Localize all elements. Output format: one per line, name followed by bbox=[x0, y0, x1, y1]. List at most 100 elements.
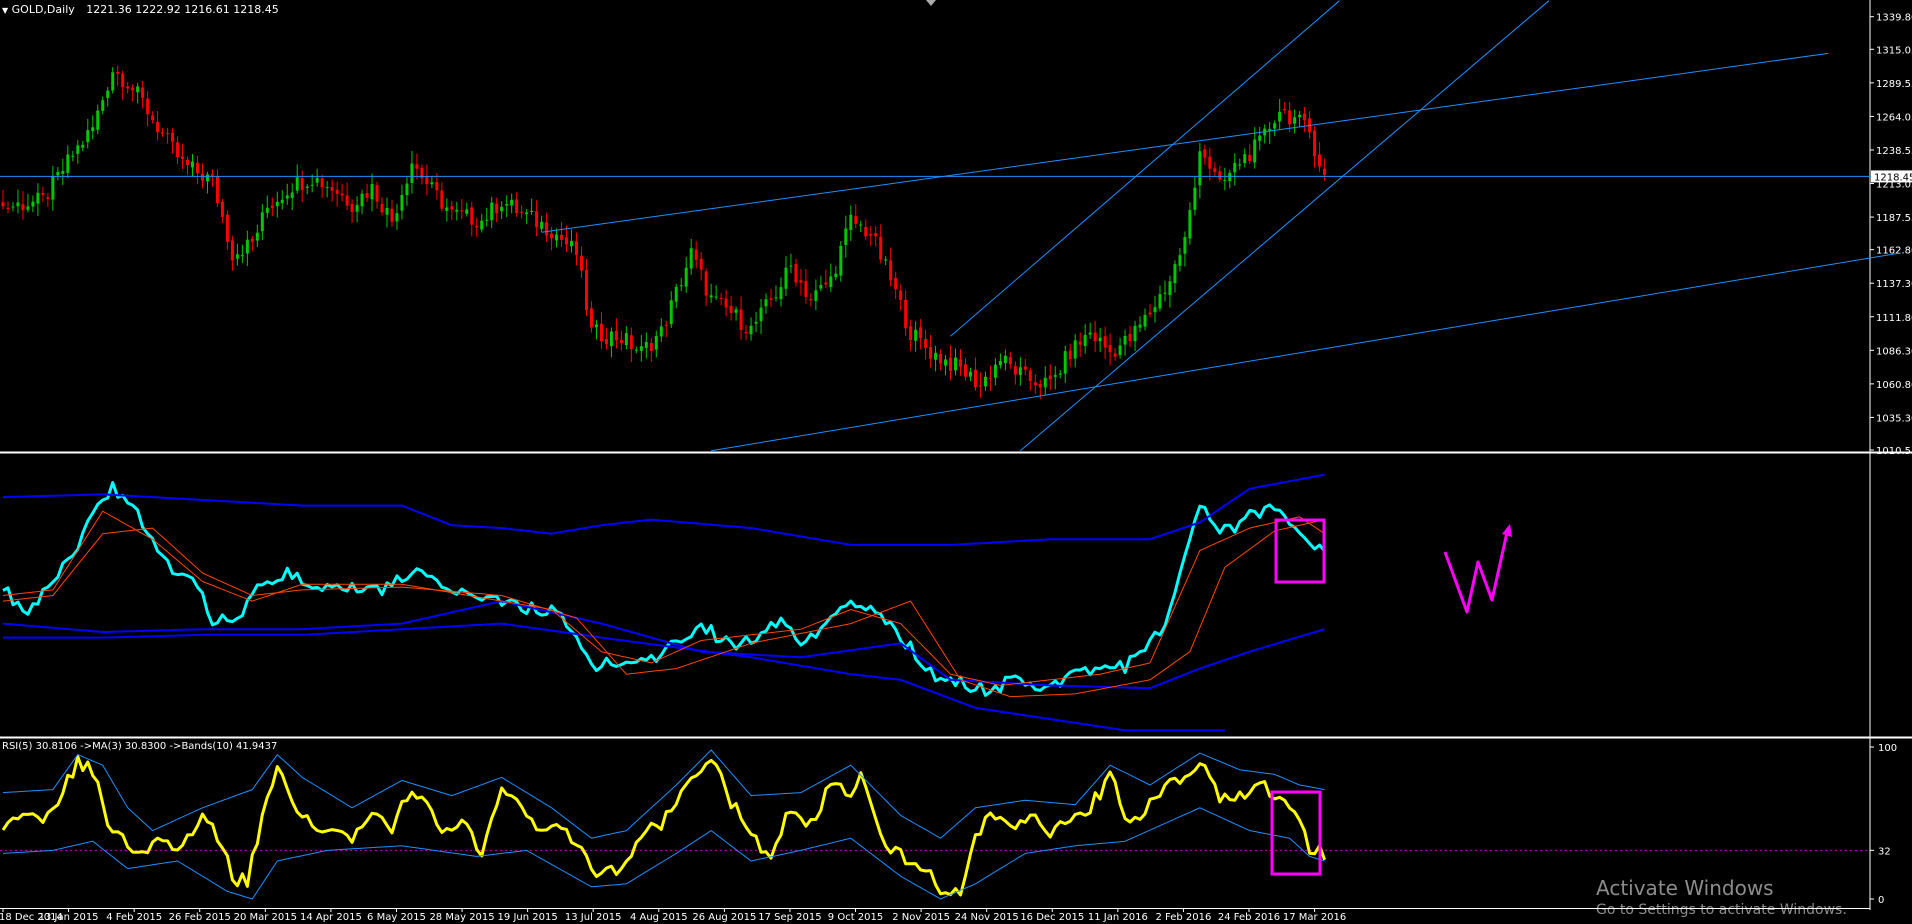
candle-body bbox=[983, 376, 987, 387]
candle-body bbox=[719, 298, 723, 300]
price-tick-label: 1339.80 bbox=[1876, 13, 1912, 24]
candle-body bbox=[270, 205, 274, 208]
candle-body bbox=[1008, 357, 1012, 364]
price-tick-label: 1162.80 bbox=[1876, 246, 1912, 257]
trading-chart[interactable]: 1339.801315.051289.551264.051238.551213.… bbox=[0, 0, 1912, 924]
candle-body bbox=[1043, 377, 1047, 388]
candle-body bbox=[1048, 375, 1052, 380]
candle-body bbox=[305, 186, 309, 189]
candle-body bbox=[410, 163, 414, 183]
indicator-band-line bbox=[3, 622, 1225, 732]
candle-body bbox=[285, 195, 289, 199]
candle-body bbox=[545, 222, 549, 236]
candle-body bbox=[26, 206, 30, 210]
candle-body bbox=[181, 156, 185, 159]
candle-body bbox=[445, 207, 449, 211]
candle-body bbox=[1083, 334, 1087, 346]
time-tick-label: 14 Apr 2015 bbox=[300, 912, 362, 923]
candle-body bbox=[51, 176, 55, 200]
candle-body bbox=[849, 214, 853, 230]
candle-body bbox=[1193, 187, 1197, 210]
candle-body bbox=[156, 121, 160, 133]
candle-body bbox=[1288, 110, 1292, 125]
candle-body bbox=[96, 110, 100, 130]
candle-body bbox=[759, 307, 763, 322]
candle-body bbox=[295, 177, 299, 191]
candle-body bbox=[1188, 210, 1192, 239]
candle-body bbox=[176, 142, 180, 158]
time-tick-label: 16 Dec 2015 bbox=[1020, 912, 1084, 923]
candle-body bbox=[1143, 314, 1147, 327]
candle-body bbox=[475, 225, 479, 228]
candle-body bbox=[619, 340, 623, 343]
candle-body bbox=[714, 296, 718, 298]
time-tick-label: 28 May 2015 bbox=[429, 912, 494, 923]
time-tick-label: 6 May 2015 bbox=[367, 912, 426, 923]
candle-body bbox=[1018, 367, 1022, 375]
candle-body bbox=[1163, 292, 1167, 294]
candle-body bbox=[1103, 336, 1107, 348]
candle-body bbox=[31, 201, 35, 207]
candle-body bbox=[385, 207, 389, 215]
candle-body bbox=[11, 206, 15, 208]
candle-body bbox=[814, 290, 818, 301]
shift-marker-icon bbox=[926, 0, 936, 6]
candle-body bbox=[111, 72, 115, 91]
candle-body bbox=[56, 171, 60, 176]
candle-body bbox=[1318, 154, 1322, 167]
annotation-arrow-icon bbox=[1502, 524, 1512, 537]
candle-body bbox=[41, 192, 45, 195]
indicator-ma-line bbox=[2, 510, 1325, 686]
candle-body bbox=[944, 359, 948, 366]
candle-body bbox=[1133, 325, 1137, 342]
candle-body bbox=[146, 98, 150, 115]
candle-body bbox=[609, 331, 613, 347]
candle-body bbox=[1233, 162, 1237, 173]
candle-body bbox=[300, 177, 304, 190]
candle-body bbox=[834, 273, 838, 278]
candle-body bbox=[360, 193, 364, 207]
candle-body bbox=[754, 321, 758, 324]
candle-body bbox=[6, 207, 10, 209]
candle-body bbox=[530, 210, 534, 212]
time-tick-label: 13 Jan 2015 bbox=[39, 912, 99, 923]
candle-body bbox=[390, 208, 394, 222]
candle-body bbox=[86, 130, 90, 143]
candle-body bbox=[525, 212, 529, 215]
time-tick-label: 17 Sep 2015 bbox=[758, 912, 821, 923]
candle-body bbox=[1198, 151, 1202, 186]
candle-body bbox=[954, 357, 958, 371]
candle-body bbox=[535, 211, 539, 228]
price-tick-label: 1111.80 bbox=[1876, 313, 1912, 324]
candle-body bbox=[1148, 312, 1152, 315]
rsi-tick-label: 100 bbox=[1878, 743, 1897, 754]
candle-body bbox=[1118, 345, 1122, 356]
price-tick-label: 1264.05 bbox=[1876, 112, 1912, 123]
candle-body bbox=[904, 299, 908, 329]
candle-body bbox=[1248, 154, 1252, 162]
candle-body bbox=[21, 204, 25, 211]
candle-body bbox=[1078, 341, 1082, 345]
candle-body bbox=[1168, 281, 1172, 296]
candle-body bbox=[186, 159, 190, 165]
trend-line bbox=[711, 252, 1899, 452]
candle-body bbox=[934, 352, 938, 360]
current-price-label: 1218.45 bbox=[1874, 172, 1912, 183]
candle-body bbox=[1293, 117, 1297, 124]
candle-body bbox=[1023, 366, 1027, 370]
candle-body bbox=[136, 86, 140, 93]
candle-body bbox=[151, 115, 155, 120]
candle-body bbox=[674, 286, 678, 302]
candle-body bbox=[659, 326, 663, 337]
candle-body bbox=[679, 285, 683, 287]
candle-body bbox=[1028, 370, 1032, 382]
candle-body bbox=[220, 201, 224, 217]
time-tick-label: 4 Feb 2015 bbox=[106, 912, 162, 923]
candle-body bbox=[1273, 123, 1277, 129]
candle-body bbox=[899, 290, 903, 300]
candle-body bbox=[310, 184, 314, 186]
candle-body bbox=[998, 360, 1002, 366]
candle-body bbox=[265, 207, 269, 213]
candle-body bbox=[1218, 171, 1222, 180]
candle-body bbox=[570, 240, 574, 247]
